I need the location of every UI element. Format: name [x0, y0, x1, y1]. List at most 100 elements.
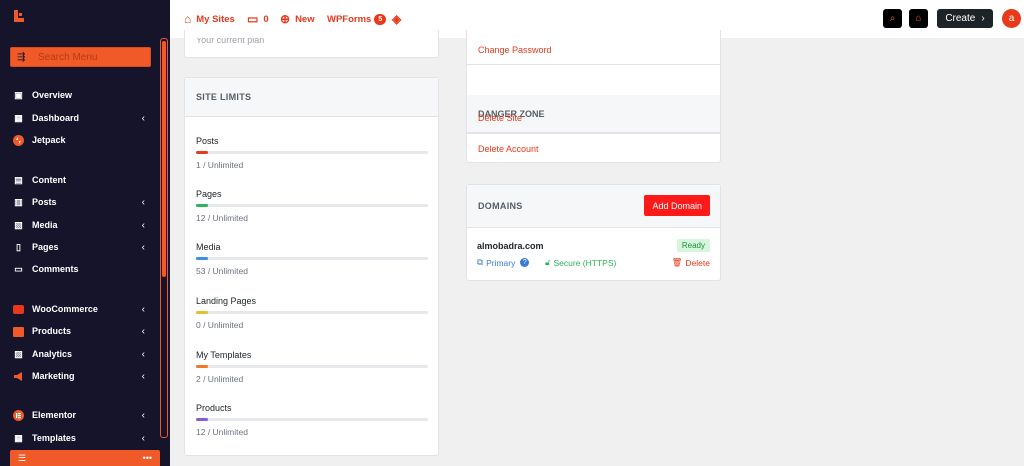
sidebar-collapse-bar[interactable]: ☰ •••: [10, 450, 160, 466]
sidebar-item-label: Jetpack: [32, 135, 66, 145]
dashboard-icon: ▦: [14, 112, 23, 123]
delete-account-link[interactable]: Delete Account: [467, 134, 720, 163]
wpforms-link[interactable]: WPForms 5: [327, 12, 387, 26]
sidebar-item-media[interactable]: ▧ Media ‹: [13, 216, 153, 234]
sidebar-item-elementor[interactable]: Elementor ‹: [13, 406, 153, 424]
sidebar-item-marketing[interactable]: Marketing ‹: [13, 367, 153, 385]
avatar[interactable]: a: [1002, 9, 1021, 28]
sidebar-item-posts[interactable]: ▥ Posts ‹: [13, 193, 153, 211]
chevron-left-icon: ‹: [141, 432, 145, 444]
sidebar-item-label: Comments: [32, 264, 79, 274]
woocommerce-icon: [13, 304, 24, 315]
search-menu-input[interactable]: ⇶ Search Menu: [10, 47, 151, 67]
sidebar-item-analytics[interactable]: ▨ Analytics ‹: [13, 345, 153, 363]
templates-icon: ▦: [14, 432, 23, 443]
my-sites-link[interactable]: ⌂ My Sites: [184, 12, 235, 26]
jetpack-icon: [13, 134, 24, 146]
sidebar-item-label: Overview: [32, 90, 73, 100]
sidebar-item-label: Templates: [32, 433, 76, 443]
copy-icon: ⧉: [477, 257, 484, 267]
limit-value: 53 / Unlimited: [196, 266, 248, 276]
limit-progress-fill: [196, 151, 208, 154]
sidebar-item-label: WooCommerce: [32, 304, 98, 314]
limit-name: Media: [196, 242, 221, 252]
limit-name: My Templates: [196, 350, 252, 360]
sidebar-item-label: Posts: [32, 197, 57, 207]
limit-progress-bar: [196, 365, 428, 368]
new-label: New: [295, 13, 315, 25]
site-limits-card: SITE LIMITS Posts 1 / Unlimited Pages 12…: [184, 77, 439, 456]
sidebar-scrollbar[interactable]: [160, 38, 168, 438]
scrollbar-thumb[interactable]: [162, 41, 166, 277]
limit-progress-bar: [196, 257, 428, 260]
search-button[interactable]: ⌕: [883, 9, 902, 28]
chevron-left-icon: ‹: [141, 219, 145, 231]
delete-site-link[interactable]: Delete Site: [467, 104, 720, 133]
add-domain-button[interactable]: Add Domain: [644, 195, 710, 216]
grid-icon: ▣: [14, 89, 23, 100]
help-icon[interactable]: ?: [520, 258, 530, 267]
limit-name: Posts: [196, 136, 219, 146]
limit-progress-fill: [196, 257, 208, 260]
sidebar-item-label: Marketing: [32, 371, 75, 381]
limit-value: 12 / Unlimited: [196, 213, 248, 223]
sidebar-item-jetpack[interactable]: Jetpack: [13, 131, 153, 149]
diamond-menu[interactable]: ◈: [392, 12, 406, 26]
limit-progress-fill: [196, 365, 208, 368]
primary-label: Primary: [486, 257, 516, 268]
trash-icon: 🗑︎: [671, 257, 683, 267]
search-placeholder: Search Menu: [38, 51, 98, 63]
create-button[interactable]: Create ›: [937, 9, 993, 28]
account-card: Change Password DANGER ZONE Delete Accou…: [466, 30, 721, 163]
logo-icon[interactable]: [14, 10, 24, 22]
create-label: Create: [945, 13, 976, 24]
sidebar-item-templates[interactable]: ▦ Templates ‹: [13, 429, 153, 447]
sidebar-item-products[interactable]: Products ‹: [13, 322, 153, 340]
visit-site-button[interactable]: ⌂: [909, 9, 928, 28]
secure-label: Secure (HTTPS): [553, 257, 617, 268]
limit-value: 0 / Unlimited: [196, 320, 244, 330]
chevron-left-icon: ‹: [141, 303, 145, 315]
sidebar-item-label: Content: [32, 175, 66, 185]
chevron-left-icon: ‹: [141, 348, 145, 360]
limit-posts: Posts 1 / Unlimited: [196, 136, 428, 170]
sidebar-item-label: Products: [32, 326, 72, 336]
change-password-link[interactable]: Change Password: [467, 35, 720, 65]
plan-stub-text: Your current plan: [196, 38, 265, 45]
new-content-link[interactable]: ⊕ New: [280, 12, 315, 26]
limit-progress-fill: [196, 418, 208, 421]
my-sites-label: My Sites: [196, 13, 235, 25]
comment-icon: ▭: [247, 12, 259, 26]
limit-progress-bar: [196, 151, 428, 154]
collapse-menu-icon[interactable]: ☰: [18, 453, 26, 464]
domain-name: almobadra.com: [477, 241, 544, 251]
limit-name: Pages: [196, 189, 222, 199]
comments-count: 0: [263, 13, 269, 25]
chevron-left-icon: ‹: [141, 370, 145, 382]
chevron-right-icon: ›: [981, 13, 985, 24]
sidebar: ⇶ Search Menu ▣ Overview ▦ Dashboard ‹ Jetp…: [0, 0, 170, 466]
sidebar-item-dashboard[interactable]: ▦ Dashboard ‹: [13, 109, 153, 127]
sidebar-item-pages[interactable]: ▯ Pages ‹: [13, 238, 153, 256]
marketing-icon: [13, 371, 24, 382]
posts-icon: ▥: [14, 196, 23, 207]
sidebar-item-comments[interactable]: ▭ Comments: [13, 260, 153, 278]
sidebar-item-overview[interactable]: ▣ Overview: [13, 86, 153, 104]
plus-circle-icon: ⊕: [280, 12, 291, 26]
delete-domain-link[interactable]: 🗑︎ Delete: [672, 257, 710, 268]
domains-card: DOMAINS Add Domain almobadra.com Ready ⧉…: [466, 184, 721, 281]
sidebar-item-content[interactable]: ▤ Content: [13, 171, 153, 189]
chevron-left-icon: ‹: [141, 112, 145, 124]
comments-link[interactable]: ▭ 0: [247, 12, 269, 26]
sidebar-item-woocommerce[interactable]: WooCommerce ‹: [13, 300, 153, 318]
chevron-left-icon: ‹: [141, 196, 145, 208]
primary-indicator: ⧉ Primary ?: [477, 257, 530, 268]
more-icon[interactable]: •••: [143, 453, 152, 463]
site-limits-title: SITE LIMITS: [185, 78, 438, 117]
comments-icon: ▭: [14, 263, 23, 274]
limit-progress-fill: [196, 311, 208, 314]
media-icon: ▧: [14, 219, 23, 230]
sidebar-item-label: Media: [32, 220, 58, 230]
limit-progress-fill: [196, 204, 208, 207]
limit-value: 12 / Unlimited: [196, 427, 248, 437]
